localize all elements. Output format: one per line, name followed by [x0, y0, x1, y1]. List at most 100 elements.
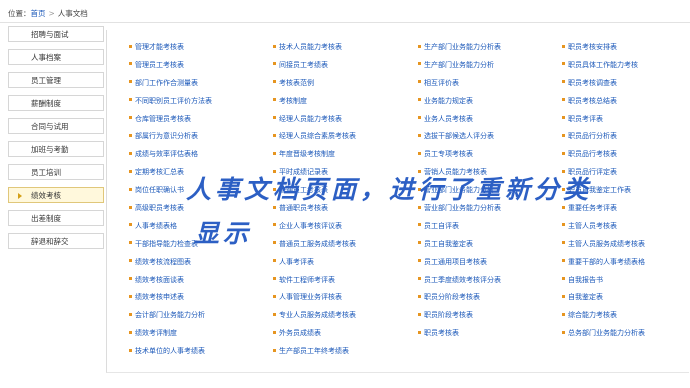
document-link[interactable]: 员工季度绩效考核评分表	[418, 275, 558, 293]
document-link[interactable]: 总务部门业务能力分析表	[562, 328, 690, 346]
document-link[interactable]: 绩效考评制度	[129, 328, 269, 346]
document-link[interactable]: 职员品行考核表	[562, 149, 690, 167]
bullet-icon	[418, 80, 421, 84]
document-link[interactable]: 绩效考核面谈表	[129, 275, 269, 293]
document-link[interactable]: 员工自评表	[418, 221, 558, 239]
document-link[interactable]: 主管人员考核表	[562, 221, 690, 239]
document-link[interactable]: 职员考核安排表	[562, 42, 690, 60]
document-link-label: 职员考核总结表	[568, 96, 617, 105]
document-link[interactable]: 自我报告书	[562, 275, 690, 293]
document-link[interactable]: 部门工作作合测量表	[129, 78, 269, 96]
document-link[interactable]: 普通员工考核表	[273, 185, 413, 203]
bullet-icon	[418, 133, 421, 137]
document-link[interactable]: 选拔干部候选人评分表	[418, 131, 558, 149]
document-link[interactable]: 干部指导能力检查表	[129, 239, 269, 257]
document-link[interactable]: 岗位任职确认书	[129, 185, 269, 203]
document-link[interactable]: 职员品行分析表	[562, 131, 690, 149]
sidebar-item-label: 加班与考勤	[31, 145, 69, 154]
document-link-label: 普通职员考核表	[279, 204, 328, 213]
document-link[interactable]: 人事考评表	[273, 257, 413, 275]
bullet-icon	[562, 312, 565, 316]
document-link[interactable]: 自我鉴定表	[562, 292, 690, 310]
sidebar-item[interactable]: 出差制度	[8, 210, 104, 226]
document-link-label: 绩效考核面谈表	[135, 275, 184, 284]
document-link[interactable]: 重要干部的人事考绩表格	[562, 257, 690, 275]
sidebar-item[interactable]: 辞退和辞交	[8, 233, 104, 249]
sidebar-item[interactable]: 员工培训	[8, 164, 104, 180]
bullet-icon	[562, 277, 565, 281]
document-link[interactable]: 管理员工考核表	[129, 60, 269, 78]
document-link[interactable]: 考核表范例	[273, 78, 413, 96]
document-link[interactable]: 部属行为意识分析表	[129, 131, 269, 149]
document-link[interactable]: 营销人员能力考核表	[418, 167, 558, 185]
document-link[interactable]: 职员阶段考核表	[418, 310, 558, 328]
bullet-icon	[418, 223, 421, 227]
document-link[interactable]: 人事考绩表格	[129, 221, 269, 239]
document-link[interactable]: 职员考核表	[418, 328, 558, 346]
document-link[interactable]: 软件工程师考评表	[273, 275, 413, 293]
document-link[interactable]: 员工通用项目考核表	[418, 257, 558, 275]
document-link-label: 人事考评表	[279, 257, 314, 266]
sidebar-item[interactable]: 员工管理	[8, 72, 104, 88]
document-link[interactable]: 绩效考核申述表	[129, 292, 269, 310]
document-link[interactable]: 员工专项考核表	[418, 149, 558, 167]
document-link[interactable]: 不同职别员工评价方法表	[129, 96, 269, 114]
document-link[interactable]: 间接员工考绩表	[273, 60, 413, 78]
document-link-label: 职员品行考核表	[568, 150, 617, 159]
document-link[interactable]: 业务人员考核表	[418, 114, 558, 132]
bullet-icon	[129, 44, 132, 48]
document-link[interactable]: 职员自我鉴定工作表	[562, 185, 690, 203]
document-link[interactable]: 定期考核汇总表	[129, 167, 269, 185]
document-link[interactable]: 普通员工服务成绩考核表	[273, 239, 413, 257]
sidebar-item[interactable]: 绩效考核	[8, 187, 104, 203]
document-link[interactable]: 专业人员服务成绩考核表	[273, 310, 413, 328]
document-link[interactable]: 考核制度	[273, 96, 413, 114]
document-link[interactable]: 人事管理业务评核表	[273, 292, 413, 310]
document-link[interactable]: 普通职员考核表	[273, 203, 413, 221]
document-link[interactable]: 职员分阶段考核表	[418, 292, 558, 310]
document-link[interactable]: 生产部员工年终考绩表	[273, 346, 413, 364]
document-link[interactable]: 职员考评表	[562, 114, 690, 132]
document-link[interactable]: 生产部门业务能力分析表	[418, 42, 558, 60]
document-link[interactable]: 外务员成绩表	[273, 328, 413, 346]
sidebar-item[interactable]: 薪酬制度	[8, 95, 104, 111]
document-link[interactable]: 年度晋级考核制度	[273, 149, 413, 167]
document-link[interactable]: 管理才能考核表	[129, 42, 269, 60]
document-link-label: 普通员工考核表	[279, 186, 328, 195]
document-link[interactable]: 营业部门业务能力分析表	[418, 203, 558, 221]
document-link-label: 相互评价表	[424, 78, 459, 87]
document-link[interactable]: 业务能力规定表	[418, 96, 558, 114]
document-link[interactable]: 员工自我鉴定表	[418, 239, 558, 257]
document-link[interactable]: 经理人员能力考核表	[273, 114, 413, 132]
document-link[interactable]: 技术人员能力考核表	[273, 42, 413, 60]
sidebar-item[interactable]: 招聘与面试	[8, 26, 104, 42]
document-link[interactable]: 相互评价表	[418, 78, 558, 96]
document-link[interactable]: 会计部门业务能力分析	[129, 310, 269, 328]
document-link[interactable]: 职员考核总结表	[562, 96, 690, 114]
sidebar-item[interactable]: 合同与试用	[8, 118, 104, 134]
sidebar-item[interactable]: 加班与考勤	[8, 141, 104, 157]
document-link[interactable]: 技术单位的人事考绩表	[129, 346, 269, 364]
document-link[interactable]: 企业人事考核评议表	[273, 221, 413, 239]
document-link[interactable]: 主管人员服务成绩考核表	[562, 239, 690, 257]
document-link[interactable]: 综合能力考核表	[562, 310, 690, 328]
bullet-icon	[129, 259, 132, 263]
sidebar-item[interactable]: 人事档案	[8, 49, 104, 65]
document-link[interactable]: 平时成绩记录表	[273, 167, 413, 185]
bullet-icon	[273, 259, 276, 263]
document-link[interactable]: 经理人员综合素质考核表	[273, 131, 413, 149]
document-link[interactable]: 职员考核调查表	[562, 78, 690, 96]
breadcrumb-home-link[interactable]: 首页	[31, 9, 46, 18]
document-link[interactable]: 重要任务考评表	[562, 203, 690, 221]
document-link[interactable]: 成绩与效率评估表格	[129, 149, 269, 167]
document-link[interactable]: 仓库管理员考核表	[129, 114, 269, 132]
bullet-icon	[418, 294, 421, 298]
document-link[interactable]: 职员品行评定表	[562, 167, 690, 185]
bullet-icon	[273, 116, 276, 120]
document-link[interactable]: 生产部门业务能力分析	[418, 60, 558, 78]
document-link[interactable]: 职员具体工作能力考核	[562, 60, 690, 78]
document-link[interactable]: 高级职员考核表	[129, 203, 269, 221]
document-link[interactable]: 营业部门业务能力分析	[418, 185, 558, 203]
document-link[interactable]: 绩效考核流程图表	[129, 257, 269, 275]
bullet-icon	[562, 294, 565, 298]
